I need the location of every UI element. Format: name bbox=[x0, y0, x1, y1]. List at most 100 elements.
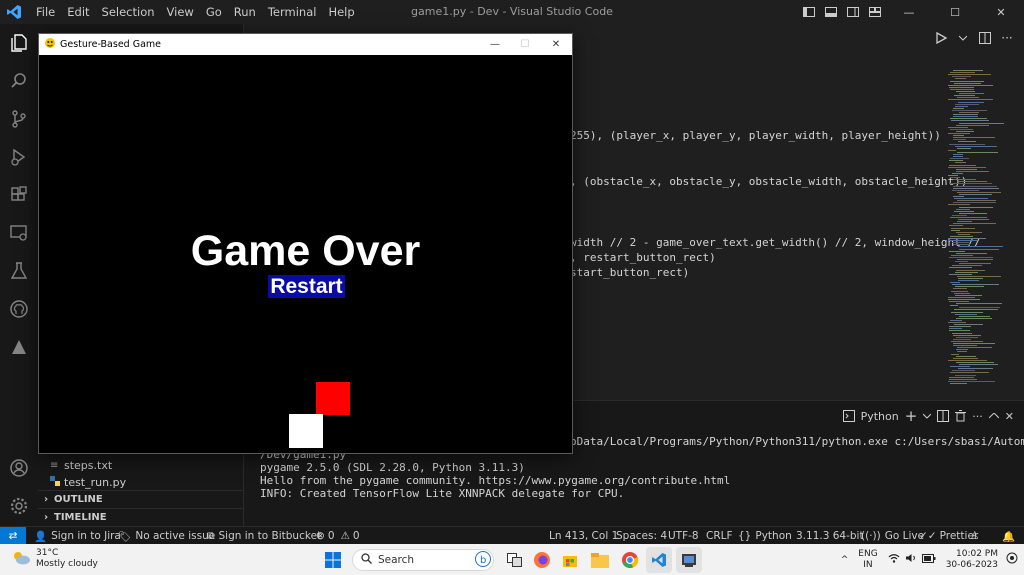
timeline-section[interactable]: › TIMELINE bbox=[38, 508, 244, 526]
issue-status[interactable]: 🏷 No active issue bbox=[118, 527, 215, 545]
settings-icon[interactable] bbox=[0, 487, 38, 525]
game-canvas[interactable]: Game Over Restart bbox=[39, 55, 572, 453]
minimap-line bbox=[950, 366, 970, 368]
minimap-line bbox=[954, 198, 988, 200]
vscode-taskbar-icon[interactable] bbox=[646, 547, 672, 573]
game-close-button[interactable]: ✕ bbox=[540, 34, 572, 55]
game-minimize-button[interactable]: — bbox=[479, 34, 511, 55]
language-mode[interactable]: {} Python bbox=[738, 527, 792, 545]
split-editor-icon[interactable] bbox=[976, 24, 994, 52]
run-file-icon[interactable] bbox=[932, 24, 950, 52]
jira-status[interactable]: 👤 Sign in to Jira bbox=[34, 527, 121, 545]
minimap-line bbox=[953, 343, 995, 344]
menu-file[interactable]: File bbox=[30, 0, 61, 24]
minimap-line bbox=[951, 340, 983, 342]
taskbar-search[interactable]: Search b bbox=[352, 549, 494, 571]
close-button[interactable]: ✕ bbox=[978, 0, 1024, 24]
cursor-position[interactable]: Ln 413, Col 1 bbox=[549, 527, 618, 545]
minimap-line bbox=[956, 349, 968, 351]
game-titlebar[interactable]: Gesture-Based Game — ☐ ✕ bbox=[39, 34, 572, 55]
more-actions-icon[interactable]: ··· bbox=[972, 405, 983, 427]
extensions-icon[interactable] bbox=[0, 176, 38, 214]
trash-icon[interactable] bbox=[955, 405, 967, 427]
weather-widget[interactable]: 31°C Mostly cloudy bbox=[12, 548, 98, 570]
menu-help[interactable]: Help bbox=[322, 0, 360, 24]
chevron-up-icon[interactable]: ^ bbox=[841, 555, 849, 565]
outline-section[interactable]: › OUTLINE bbox=[38, 490, 244, 508]
code-line: 255), (player_x, player_y, player_width,… bbox=[570, 129, 941, 142]
close-panel-icon[interactable]: ✕ bbox=[1005, 405, 1014, 427]
remote-indicator-icon[interactable]: ⇄ bbox=[0, 526, 26, 545]
wifi-icon[interactable] bbox=[888, 553, 900, 566]
source-control-icon[interactable] bbox=[0, 100, 38, 138]
game-maximize-button[interactable]: ☐ bbox=[509, 34, 541, 55]
minimize-button[interactable]: — bbox=[886, 0, 932, 24]
maximize-button[interactable]: ☐ bbox=[932, 0, 978, 24]
toggle-panel-icon[interactable] bbox=[820, 0, 842, 24]
minimap-line bbox=[949, 164, 976, 166]
battery-icon[interactable] bbox=[921, 553, 936, 566]
toggle-sidebar-icon[interactable] bbox=[798, 0, 820, 24]
minimap-line bbox=[956, 269, 985, 271]
minimap-line bbox=[949, 256, 993, 258]
deploy-icon[interactable] bbox=[0, 328, 38, 366]
explorer-icon[interactable] bbox=[0, 24, 38, 62]
pygame-taskbar-icon[interactable] bbox=[676, 547, 702, 573]
chevron-down-icon[interactable] bbox=[954, 24, 972, 52]
section-label: OUTLINE bbox=[54, 494, 103, 505]
region-code: IN bbox=[863, 559, 873, 570]
search-icon[interactable] bbox=[0, 62, 38, 100]
task-view-icon[interactable] bbox=[502, 547, 528, 573]
problems-status[interactable]: ⊗ 0 ⚠ 0 bbox=[316, 527, 360, 545]
minimap[interactable] bbox=[948, 70, 1008, 390]
run-debug-icon[interactable] bbox=[0, 138, 38, 176]
encoding[interactable]: UTF-8 bbox=[668, 527, 699, 545]
go-live-status[interactable]: ((·)) Go Live bbox=[861, 527, 924, 545]
toggle-secondary-sidebar-icon[interactable] bbox=[842, 0, 864, 24]
more-actions-icon[interactable]: ··· bbox=[998, 24, 1016, 52]
customize-layout-icon[interactable] bbox=[864, 0, 886, 24]
chrome-icon[interactable] bbox=[617, 547, 643, 573]
indentation[interactable]: Spaces: 4 bbox=[616, 527, 667, 545]
game-window[interactable]: Gesture-Based Game — ☐ ✕ Game Over Resta… bbox=[38, 33, 573, 454]
menu-edit[interactable]: Edit bbox=[61, 0, 95, 24]
minimap-line bbox=[951, 177, 960, 179]
file-label: steps.txt bbox=[64, 459, 113, 472]
language-code: ENG bbox=[858, 548, 878, 559]
broadcast-icon: ((·)) bbox=[861, 530, 881, 542]
start-button-icon[interactable] bbox=[320, 547, 346, 573]
restart-button[interactable]: Restart bbox=[268, 275, 345, 298]
file-steps-txt[interactable]: ≡ steps.txt bbox=[50, 457, 112, 474]
chevron-down-icon[interactable] bbox=[923, 405, 932, 427]
store-icon[interactable] bbox=[557, 547, 583, 573]
minimap-line bbox=[953, 334, 981, 336]
notifications-bell-icon[interactable]: 🔔 bbox=[1002, 527, 1015, 545]
minimap-line bbox=[956, 361, 994, 363]
date: 30-06-2023 bbox=[945, 559, 998, 570]
maximize-panel-icon[interactable] bbox=[988, 405, 999, 427]
menu-view[interactable]: View bbox=[161, 0, 200, 24]
end-of-line[interactable]: CRLF bbox=[706, 527, 733, 545]
language-indicator[interactable]: ENG IN bbox=[858, 549, 877, 571]
menu-selection[interactable]: Selection bbox=[96, 0, 161, 24]
firefox-icon[interactable] bbox=[529, 547, 555, 573]
new-terminal-icon[interactable]: + bbox=[905, 405, 918, 427]
accounts-status-icon[interactable]: ♙ bbox=[970, 527, 979, 545]
remote-explorer-icon[interactable] bbox=[0, 214, 38, 252]
python-interpreter[interactable]: 3.11.3 64-bit bbox=[796, 527, 864, 545]
menu-go[interactable]: Go bbox=[200, 0, 228, 24]
menu-run[interactable]: Run bbox=[228, 0, 262, 24]
split-terminal-icon[interactable] bbox=[937, 405, 950, 427]
account-icon[interactable] bbox=[0, 449, 38, 487]
menu-terminal[interactable]: Terminal bbox=[262, 0, 323, 24]
testing-icon[interactable] bbox=[0, 252, 38, 290]
terminal-name[interactable]: Python bbox=[861, 405, 899, 427]
clock[interactable]: 10:02 PM 30-06-2023 bbox=[946, 549, 998, 571]
file-explorer-icon[interactable] bbox=[587, 547, 613, 573]
notification-center-icon[interactable] bbox=[1006, 552, 1018, 567]
minimap-line bbox=[955, 313, 977, 315]
volume-icon[interactable] bbox=[905, 553, 917, 566]
bitbucket-status[interactable]: ⧉ Sign in to Bitbucket bbox=[207, 527, 321, 545]
file-test-run-py[interactable]: test_run.py bbox=[50, 474, 126, 491]
github-icon[interactable] bbox=[0, 290, 38, 328]
